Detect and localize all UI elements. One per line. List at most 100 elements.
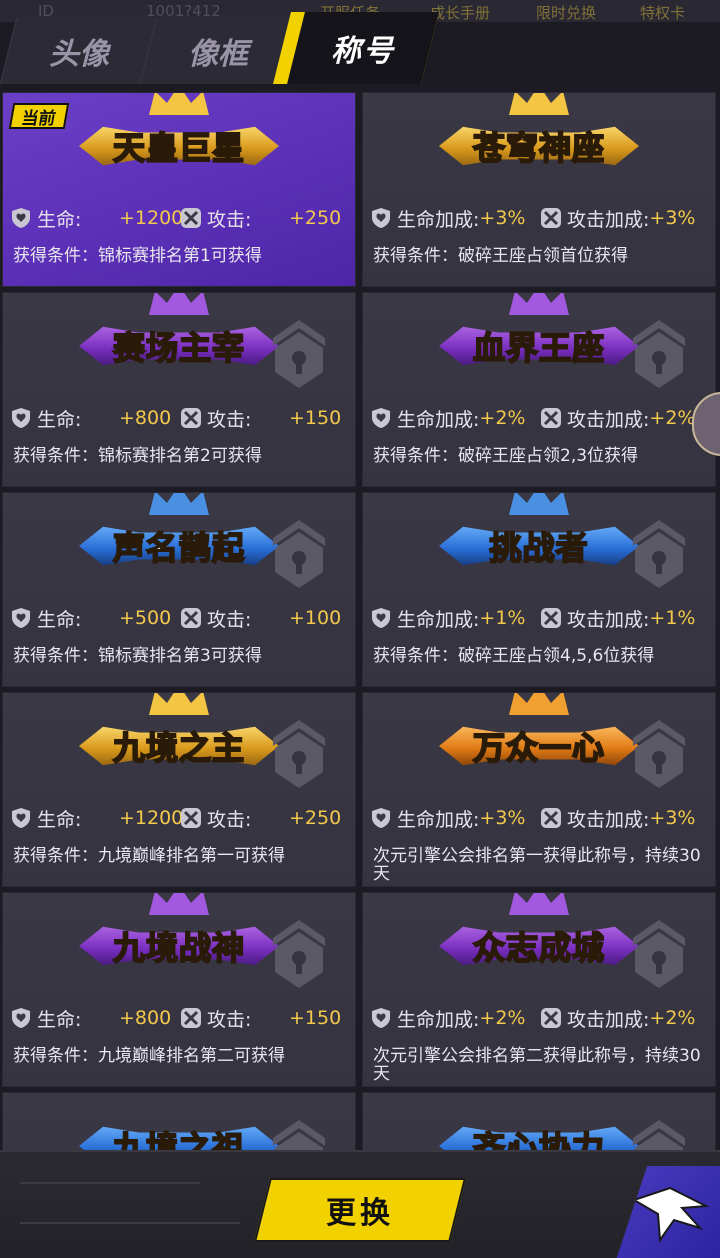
title-badge: 赛场主宰 [78, 293, 279, 373]
title-condition: 获得条件：破碎王座占领首位获得 [373, 246, 628, 266]
stat-atk-label: 攻击: [207, 208, 252, 231]
stat-atk-value: +2% [649, 407, 696, 429]
crossed-swords-icon [539, 406, 563, 430]
title-stats: 生命: +800 攻击: +150 [3, 399, 355, 437]
stat-hp-value: +2% [479, 1007, 526, 1029]
stat-atk-value: +3% [649, 807, 696, 829]
stat-hp-label: 生命: [37, 208, 82, 231]
stat-atk: 攻击加成: +1% [539, 605, 695, 631]
title-name: 挑战者 [488, 528, 589, 568]
stat-hp-value: +2% [479, 407, 526, 429]
lock-icon [631, 1120, 687, 1152]
change-button[interactable]: 更换 [254, 1178, 466, 1242]
title-name: 血界王座 [472, 328, 605, 368]
title-card[interactable]: 声名鹊起 生命: +500 攻击: +100 获得条件：锦标赛排名第3可获得 [2, 492, 356, 687]
lock-icon [631, 920, 687, 991]
change-button-label: 更换 [326, 1196, 394, 1231]
title-banner: 苍穹神座 [363, 93, 715, 199]
heart-shield-icon [369, 206, 393, 230]
title-stats: 生命: +800 攻击: +150 [3, 999, 355, 1037]
title-condition: 获得条件：锦标赛排名第1可获得 [13, 246, 262, 266]
stat-hp-label: 生命加成: [397, 408, 480, 431]
title-badge: 声名鹊起 [78, 493, 279, 573]
heart-shield-icon [9, 206, 33, 230]
stat-hp-label: 生命加成: [397, 1008, 480, 1031]
stat-atk-label: 攻击: [207, 1008, 252, 1031]
stat-atk-label: 攻击加成: [567, 608, 650, 631]
title-badge: 九境之祖 [78, 1119, 279, 1152]
stat-hp-value: +800 [119, 1007, 172, 1029]
lock-icon [271, 320, 327, 391]
title-condition: 获得条件：锦标赛排名第2可获得 [13, 446, 262, 466]
crossed-swords-icon [179, 206, 203, 230]
title-card[interactable]: 九境战神 生命: +800 攻击: +150 获得条件：九境巅峰排名第二可获得 [2, 892, 356, 1087]
title-stats: 生命加成: +3% 攻击加成: +3% [363, 199, 715, 237]
tab-bar: 头像 像框 称号 [0, 8, 720, 84]
title-card[interactable]: 万众一心 生命加成: +3% 攻击加成: +3% 次元引擎公会排名第一获得此称号… [362, 692, 716, 887]
stat-atk-label: 攻击加成: [567, 808, 650, 831]
stat-hp: 生命: +800 [9, 1005, 171, 1031]
title-name: 众志成城 [472, 928, 605, 968]
stat-atk: 攻击加成: +2% [539, 1005, 695, 1031]
lock-icon [271, 520, 327, 591]
bottom-bar: 更换 [0, 1150, 720, 1258]
title-card[interactable]: 血界王座 生命加成: +2% 攻击加成: +2% 获得条件：破碎王座占领2,3位… [362, 292, 716, 487]
current-tag: 当前 [8, 103, 70, 129]
title-card[interactable]: 苍穹神座 生命加成: +3% 攻击加成: +3% 获得条件：破碎王座占领首位获得 [362, 92, 716, 287]
stat-hp-label: 生命: [37, 608, 82, 631]
tab-avatar[interactable]: 头像 [0, 18, 157, 84]
title-card-partial[interactable]: 齐心协力 [362, 1092, 716, 1152]
title-name: 天皇巨星 [112, 128, 245, 168]
title-stats: 生命加成: +3% 攻击加成: +3% [363, 799, 715, 837]
stat-atk-value: +100 [289, 607, 342, 629]
lock-icon [631, 320, 687, 391]
stat-hp: 生命加成: +3% [369, 805, 525, 831]
stat-hp-value: +500 [119, 607, 172, 629]
stat-hp-label: 生命: [37, 1008, 82, 1031]
stat-atk: 攻击: +150 [179, 1005, 341, 1031]
title-stats: 生命加成: +2% 攻击加成: +2% [363, 999, 715, 1037]
title-badge: 苍穹神座 [438, 93, 639, 173]
tab-title-label: 称号 [331, 34, 395, 69]
title-name: 齐心协力 [472, 1128, 605, 1152]
stat-atk-value: +150 [289, 407, 342, 429]
tab-title[interactable]: 称号 [273, 12, 439, 84]
tab-frame[interactable]: 像框 [139, 18, 295, 84]
decor-line [20, 1222, 240, 1224]
title-condition: 获得条件：破碎王座占领2,3位获得 [373, 446, 639, 466]
tab-avatar-label: 头像 [48, 37, 109, 72]
crossed-swords-icon [179, 806, 203, 830]
title-name: 九境之主 [112, 728, 245, 768]
lock-icon [631, 720, 687, 791]
heart-shield-icon [369, 406, 393, 430]
title-stats: 生命加成: +2% 攻击加成: +2% [363, 399, 715, 437]
stat-atk: 攻击加成: +2% [539, 405, 695, 431]
title-badge: 九境之主 [78, 693, 279, 773]
back-button[interactable] [616, 1166, 720, 1258]
stat-atk-value: +150 [289, 1007, 342, 1029]
title-condition: 获得条件：九境巅峰排名第二可获得 [13, 1046, 285, 1066]
title-condition: 获得条件：锦标赛排名第3可获得 [13, 646, 262, 666]
title-card[interactable]: 天皇巨星 当前 生命: +1200 攻击: +250 获得条件：锦标赛排名第1可… [2, 92, 356, 287]
heart-shield-icon [9, 806, 33, 830]
title-stats: 生命加成: +1% 攻击加成: +1% [363, 599, 715, 637]
stat-atk-label: 攻击: [207, 808, 252, 831]
crossed-swords-icon [539, 206, 563, 230]
stat-hp-label: 生命: [37, 808, 82, 831]
lock-icon [271, 920, 327, 991]
title-card[interactable]: 众志成城 生命加成: +2% 攻击加成: +2% 次元引擎公会排名第二获得此称号… [362, 892, 716, 1087]
title-card[interactable]: 挑战者 生命加成: +1% 攻击加成: +1% 获得条件：破碎王座占领4,5,6… [362, 492, 716, 687]
title-badge: 众志成城 [438, 893, 639, 973]
title-name: 九境战神 [112, 928, 245, 968]
title-condition: 次元引擎公会排名第一获得此称号，持续30天 [373, 846, 701, 884]
stat-hp-value: +1200 [119, 207, 184, 229]
stat-atk: 攻击: +150 [179, 405, 341, 431]
heart-shield-icon [369, 606, 393, 630]
heart-shield-icon [9, 1006, 33, 1030]
title-card[interactable]: 九境之主 生命: +1200 攻击: +250 获得条件：九境巅峰排名第一可获得 [2, 692, 356, 887]
stat-atk-value: +250 [289, 207, 342, 229]
title-card-partial[interactable]: 九境之祖 [2, 1092, 356, 1152]
stat-atk: 攻击: +250 [179, 205, 341, 231]
lock-icon [271, 1120, 327, 1152]
title-card[interactable]: 赛场主宰 生命: +800 攻击: +150 获得条件：锦标赛排名第2可获得 [2, 292, 356, 487]
